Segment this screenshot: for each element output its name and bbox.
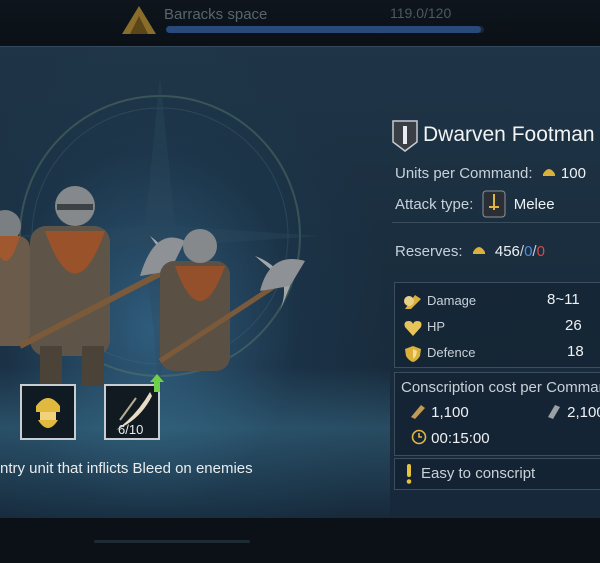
sword-icon (482, 190, 506, 218)
bottom-bar (0, 518, 600, 563)
stat-hp: HP 26 (403, 317, 582, 340)
reserves-value: 456 (494, 243, 520, 260)
wood-cost-value: 1,100 (431, 404, 469, 421)
upgrade-arrow-icon (150, 374, 164, 392)
time-cost: 00:15:00 (411, 429, 490, 447)
rank-badge-icon (392, 120, 418, 152)
reserves-row: Reserves: 456/0/0 (395, 242, 545, 260)
top-bar: Barracks space 119.0/120 (0, 0, 600, 46)
stat-label: Defence (427, 345, 476, 360)
reserves-lost: 0 (536, 243, 545, 260)
dwarf-armor-ability[interactable] (20, 384, 76, 440)
tip-text: Easy to conscript (421, 465, 536, 482)
unit-artwork (0, 76, 320, 396)
tip-box: Easy to conscript (394, 458, 600, 490)
attack-type-row: Attack type: Melee (395, 190, 555, 218)
conscription-cost-box: Conscription cost per Command 1,100 2,10… (394, 372, 600, 456)
cost-header: Conscription cost per Command (401, 379, 600, 396)
soldier-helmet-icon (542, 169, 555, 176)
stats-box: Damage 8~11 HP 26 Defence 18 (394, 282, 600, 368)
stat-damage: Damage 8~11 (403, 291, 580, 314)
stat-value: 26 (565, 317, 582, 334)
unit-description: ntry unit that inflicts Bleed on enemies (0, 460, 253, 477)
dwarf-helmet-icon (22, 386, 74, 438)
barracks-icon (122, 6, 156, 34)
heart-icon (404, 321, 422, 336)
scroll-handle[interactable] (94, 540, 250, 543)
exclamation-icon (406, 464, 412, 484)
clock-icon (411, 429, 427, 445)
iron-icon (548, 405, 560, 419)
shield-icon (405, 346, 421, 362)
wood-icon (411, 405, 425, 419)
units-per-command-row: Units per Command: 100 (395, 164, 586, 182)
stat-label: Damage (427, 293, 477, 308)
time-cost-value: 00:15:00 (431, 430, 490, 447)
soldier-helmet-icon (472, 247, 485, 254)
iron-cost: 2,100 (545, 403, 600, 421)
reserves-label: Reserves: (395, 243, 463, 260)
stat-value: 18 (567, 343, 584, 360)
unit-info-column: Dwarven Footman Units per Command: 100 A… (392, 46, 600, 518)
barracks-count: 119.0/120 (390, 5, 452, 21)
damage-icon (404, 295, 421, 309)
attack-type-label: Attack type: (395, 196, 474, 213)
stat-label: HP (427, 319, 446, 334)
ability-level: 6/10 (118, 422, 144, 437)
barracks-space-label: Barracks space (164, 6, 268, 23)
stat-value: 8~11 (547, 291, 580, 308)
units-per-command-value: 100 (560, 165, 586, 182)
bleed-ability[interactable]: 6/10 (104, 384, 160, 440)
unit-name: Dwarven Footman (423, 123, 595, 146)
wood-cost: 1,100 (409, 403, 469, 421)
stat-defence: Defence 18 (403, 343, 584, 366)
iron-cost-value: 2,100 (567, 404, 600, 421)
barracks-capacity-bar (166, 26, 484, 33)
units-per-command-label: Units per Command: (395, 165, 533, 182)
attack-type-value: Melee (513, 196, 555, 213)
